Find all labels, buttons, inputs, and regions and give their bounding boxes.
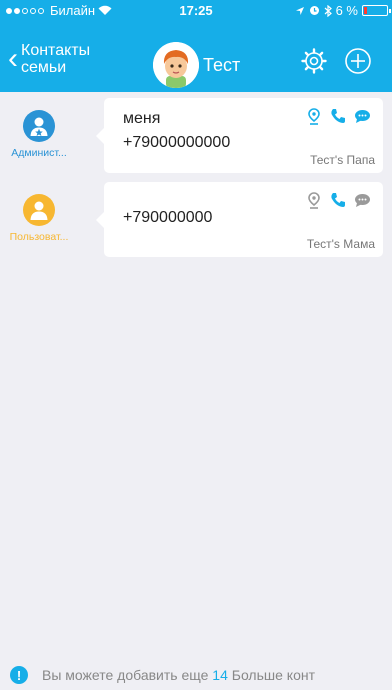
navigation-bar: ‹ Контакты семьи Тест xyxy=(0,22,392,92)
status-bar: Билайн 17:25 6 % xyxy=(0,0,392,22)
hint-count: 14 xyxy=(212,667,228,683)
role-label: Пользоват... xyxy=(9,231,69,243)
header: Билайн 17:25 6 % ‹ Контакты семьи Тест xyxy=(0,0,392,92)
contact-role: Пользоват... xyxy=(0,194,78,243)
contact-phone: +79000000000 xyxy=(123,134,231,151)
back-button[interactable]: ‹ Контакты семьи xyxy=(8,42,90,76)
chevron-left-icon: ‹ xyxy=(8,42,18,75)
chat-bubble-icon[interactable] xyxy=(353,191,371,209)
contact-relation: Тест's Папа xyxy=(310,153,375,167)
contact-relation: Тест's Мама xyxy=(306,237,375,251)
location-pin-icon[interactable] xyxy=(305,191,323,209)
admin-avatar-icon xyxy=(23,110,55,142)
device-selector[interactable]: Тест xyxy=(153,42,240,88)
gear-icon[interactable] xyxy=(301,48,327,74)
battery-percent: 6 % xyxy=(335,3,358,18)
contact-row[interactable]: Админист... меня +79000000000 Тест's Пап… xyxy=(0,98,392,176)
contact-role: Админист... xyxy=(0,110,78,159)
bluetooth-icon xyxy=(324,4,332,17)
chat-bubble-icon[interactable] xyxy=(353,107,371,125)
contact-actions xyxy=(305,107,371,125)
contact-card[interactable]: +790000000 Тест's Мама xyxy=(96,182,383,257)
contact-name: меня xyxy=(123,110,161,127)
page-title: Тест xyxy=(203,54,241,75)
back-label: Контакты семьи xyxy=(21,42,91,76)
contact-phone: +790000000 xyxy=(123,209,213,226)
add-contact-button[interactable] xyxy=(344,47,372,75)
role-label: Админист... xyxy=(11,147,67,159)
child-avatar xyxy=(153,42,199,88)
contact-card[interactable]: меня +79000000000 Тест's Папа xyxy=(96,98,383,173)
phone-icon[interactable] xyxy=(329,107,347,125)
hint-prefix: Вы можете добавить еще xyxy=(42,667,209,683)
phone-icon[interactable] xyxy=(329,191,347,209)
contact-actions xyxy=(305,191,371,209)
alarm-icon xyxy=(309,6,319,15)
add-more-hint: ! Вы можете добавить еще 14 Больше конт xyxy=(10,664,315,686)
hint-suffix: Больше конт xyxy=(231,667,315,683)
battery-icon xyxy=(362,5,391,16)
location-pin-icon[interactable] xyxy=(305,107,323,125)
status-right: 6 % xyxy=(295,3,391,18)
user-avatar-icon xyxy=(23,194,55,226)
info-icon: ! xyxy=(10,666,28,684)
location-arrow-icon xyxy=(295,6,304,15)
contact-row[interactable]: Пользоват... +790000000 Тест's Мама xyxy=(0,182,392,260)
